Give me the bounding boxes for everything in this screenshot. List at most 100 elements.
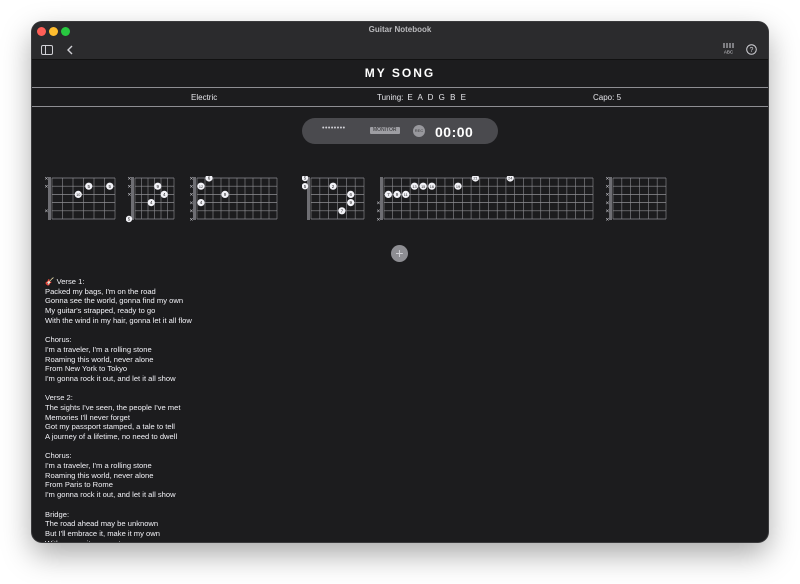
capo-label[interactable]: Capo: 5 (593, 93, 621, 102)
finger-dot-label: 5 (108, 184, 111, 189)
help-icon[interactable]: ? (746, 42, 757, 60)
nut (193, 177, 196, 220)
finger-dot-label: 13 (412, 185, 416, 189)
lyric-line: A journey of a lifetime, no need to dwel… (45, 432, 178, 441)
lyric-line: The sights I've seen, the people I've me… (45, 402, 181, 412)
lyric-line (45, 500, 445, 510)
back-chevron-icon[interactable] (66, 42, 74, 60)
sidebar-toggle-icon[interactable] (41, 42, 53, 60)
finger-dot-label: 15 (421, 185, 425, 189)
lyric-line: I'm gonna rock it out, and let it all sh… (45, 490, 176, 500)
chord-diagram[interactable]: × × × × × × 4 9 6 12 (188, 176, 279, 226)
svg-text:ABC: ABC (724, 50, 734, 55)
chord-diagram-svg: ×××7 9 1113 15 16 1921 24 (377, 176, 594, 223)
finger-dot-label: 10 (76, 193, 80, 197)
muted-string-marker: × (190, 176, 194, 182)
muted-string-marker: × (606, 184, 610, 191)
song-editor: MY SONG Electric Tuning: E A D G B E Capo… (32, 60, 768, 542)
muted-string-marker: × (190, 208, 194, 215)
input-level-meter: •••••••• (322, 125, 346, 132)
muted-string-marker: × (377, 216, 381, 223)
tuning-label[interactable]: Tuning: E A D G B E (377, 93, 467, 102)
muted-string-marker: × (45, 208, 49, 215)
finger-dot-label: 21 (473, 177, 477, 181)
monitor-button[interactable]: MONITOR (370, 127, 400, 134)
lyric-line: But I'll embrace it, make it my own (45, 528, 160, 538)
finger-dot-label: 11 (404, 193, 408, 197)
chord-diagram[interactable]: × × × 7 9 11 13 15 16 19 21 24 (375, 176, 595, 226)
muted-string-marker: × (606, 176, 610, 182)
lyric-line: Bridge: (45, 509, 70, 519)
lyric-line: I'm gonna rock it out, and let it all sh… (45, 373, 176, 383)
finger-dot-label: 12 (199, 185, 203, 189)
lyric-line: With the wind in my hair, gonna let it a… (45, 315, 192, 325)
muted-string-marker: × (190, 200, 194, 207)
chord-diagram[interactable]: × × × 5 4 9 4 (126, 176, 176, 226)
recording-timer: 00:00 (435, 124, 474, 140)
muted-string-marker: × (606, 192, 610, 199)
lyric-line: 🎸 Verse 1: (45, 277, 85, 286)
window-title: Guitar Notebook (368, 25, 432, 34)
lyric-line: Gonna see the world, gonna find my own (45, 296, 184, 306)
add-chord-button[interactable]: + (391, 245, 408, 262)
muted-string-marker: × (606, 208, 610, 215)
muted-string-marker: × (377, 208, 381, 215)
finger-dot-label: 4 (150, 200, 153, 205)
title-bar: Guitar Notebook ABC ? (32, 22, 768, 60)
nut (380, 177, 383, 220)
nut (307, 177, 310, 220)
nut (609, 177, 612, 220)
lyric-line: My guitar's strapped, ready to go (45, 306, 156, 316)
finger-dot-label: 9 (349, 200, 352, 205)
finger-dot-label: 16 (430, 185, 434, 189)
svg-text:?: ? (750, 47, 754, 54)
instrument-label[interactable]: Electric (191, 93, 217, 102)
record-button[interactable]: REC (413, 125, 425, 137)
chord-diagram-svg: ×××5494 (126, 176, 175, 223)
muted-string-marker: × (606, 216, 610, 223)
app-window: Guitar Notebook ABC ? MY SONG Electric T… (32, 22, 768, 542)
finger-dot-label: 4 (163, 192, 166, 197)
muted-string-marker: × (190, 216, 194, 223)
lyric-line: Packed my bags, I'm on the road (45, 286, 156, 296)
lyric-line: Roaming this world, never alone (45, 470, 154, 480)
lyrics-text[interactable]: 🎸 Verse 1: Packed my bags, I'm on the roa… (45, 277, 445, 542)
nut (131, 177, 134, 220)
finger-dot-label: 6 (349, 192, 352, 197)
lyric-line: With every city, every town (45, 539, 445, 542)
finger-dot-label: 24 (508, 177, 512, 181)
tuning-notes: E A D G B E (407, 93, 468, 102)
lyric-line: Got my passport stamped, a tale to tell (45, 422, 175, 432)
lyric-line: The road ahead may be unknown (45, 519, 159, 529)
muted-string-marker: × (190, 192, 194, 199)
finger-dot-label: 6 (208, 176, 211, 181)
tuner-abc-icon[interactable]: ABC (722, 41, 735, 59)
song-title[interactable]: MY SONG (32, 66, 768, 80)
lyric-line: From Paris to Rome (45, 480, 113, 490)
chord-diagram[interactable]: × × × × × × (604, 176, 668, 226)
chord-diagram[interactable]: × × × 5 5 10 (43, 176, 117, 226)
finger-dot-label: 19 (456, 185, 460, 189)
lyric-line: Roaming this world, never alone (45, 354, 154, 364)
lyric-line: Verse 2: (45, 393, 73, 403)
lyric-line: Chorus: (45, 335, 72, 345)
chord-diagram-svg: ××××××49612 (190, 176, 278, 223)
lyric-line (45, 384, 445, 394)
muted-string-marker: × (45, 184, 49, 191)
chord-diagram-svg: × × × 5 5 10 (45, 176, 116, 220)
lyric-line (45, 325, 445, 335)
finger-dot-label: 9 (224, 192, 227, 197)
chord-diagram[interactable]: 552697 (302, 176, 366, 226)
recorder-panel: •••••••• MONITOR REC 00:00 (302, 118, 498, 144)
lyric-line: I'm a traveler, I'm a rolling stone (45, 461, 152, 471)
muted-string-marker: × (190, 184, 194, 191)
lyric-line (45, 442, 445, 452)
muted-string-marker: × (128, 176, 132, 182)
divider-top (32, 87, 768, 88)
lyric-line: Memories I'll never forget (45, 412, 131, 422)
muted-string-marker: × (45, 176, 49, 182)
finger-dot-label: 5 (87, 184, 90, 189)
lyric-line: I'm a traveler, I'm a rolling stone (45, 344, 152, 354)
chord-diagram-svg: 55 2697 (302, 176, 365, 220)
lyric-line: Chorus: (45, 451, 72, 461)
